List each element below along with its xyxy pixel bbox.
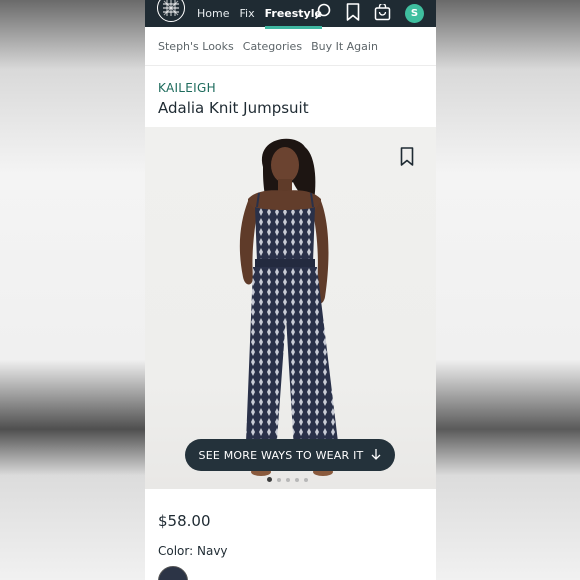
top-nav: Home Fix Freestyle S	[145, 0, 436, 29]
subnav-categories[interactable]: Categories	[243, 40, 302, 53]
color-value: Navy	[197, 544, 228, 558]
sub-nav: Steph's Looks Categories Buy It Again	[145, 27, 436, 66]
carousel-dot[interactable]	[295, 477, 299, 482]
avatar[interactable]: S	[405, 4, 424, 23]
carousel-dot[interactable]	[286, 477, 290, 482]
logo-icon[interactable]	[157, 0, 185, 22]
color-label: Color:	[158, 544, 194, 558]
arrow-down-icon	[371, 448, 381, 463]
color-swatch-navy[interactable]	[158, 566, 188, 580]
subnav-buy-it-again[interactable]: Buy It Again	[311, 40, 378, 53]
nav-fix[interactable]: Fix	[239, 7, 254, 20]
model-illustration	[239, 138, 341, 476]
nav-links: Home Fix Freestyle	[197, 0, 323, 29]
cart-icon[interactable]	[374, 2, 391, 24]
see-more-ways-label: SEE MORE WAYS TO WEAR IT	[198, 448, 364, 462]
carousel-dots	[267, 477, 308, 482]
subnav-stephs-looks[interactable]: Steph's Looks	[158, 40, 234, 53]
nav-icons: S	[314, 0, 424, 27]
see-more-ways-button[interactable]: SEE MORE WAYS TO WEAR IT	[185, 439, 395, 471]
save-bookmark-icon[interactable]	[400, 147, 414, 170]
nav-home[interactable]: Home	[197, 7, 229, 20]
color-row: Color: Navy	[158, 544, 228, 558]
carousel-dot[interactable]	[267, 477, 272, 482]
product-image[interactable]: SEE MORE WAYS TO WEAR IT	[145, 127, 436, 489]
bookmark-icon[interactable]	[346, 3, 360, 24]
search-icon[interactable]	[314, 3, 332, 24]
product-brand[interactable]: KAILEIGH	[158, 81, 436, 95]
carousel-dot[interactable]	[277, 477, 281, 482]
product-price: $58.00	[158, 512, 211, 530]
carousel-dot[interactable]	[304, 477, 308, 482]
product-title: Adalia Knit Jumpsuit	[158, 99, 309, 117]
phone-screen: Home Fix Freestyle S Steph's Looks Categ…	[145, 0, 436, 580]
